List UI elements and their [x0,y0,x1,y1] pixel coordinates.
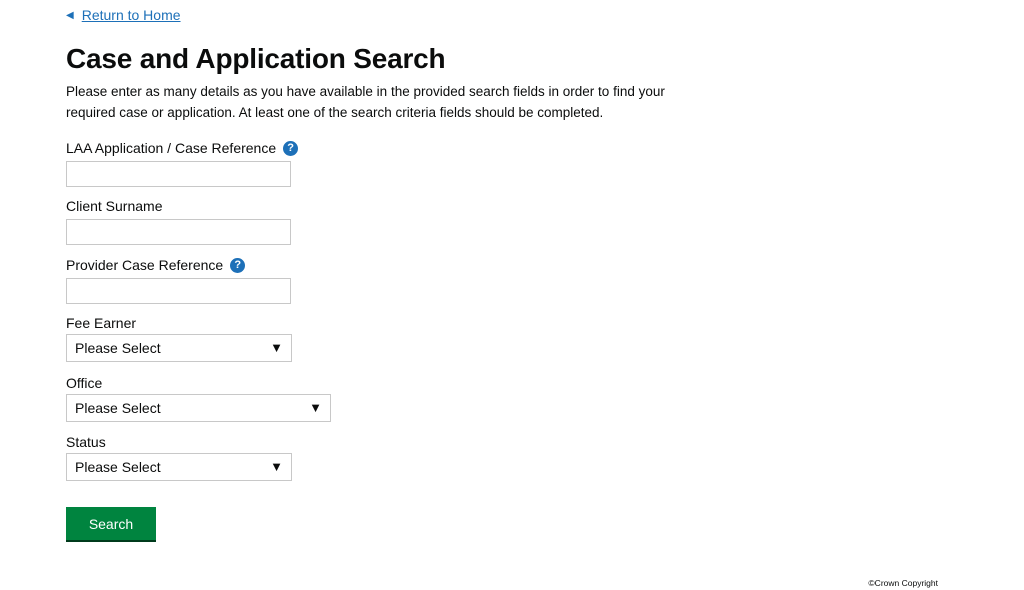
status-selected-value: Please Select [75,459,161,475]
office-selected-value: Please Select [75,400,161,416]
fee-earner-field: Fee Earner Please Select ▼ [66,314,292,362]
status-select[interactable]: Please Select ▼ [66,453,292,481]
office-label: Office [66,375,103,391]
client-surname-label: Client Surname [66,198,163,214]
office-select[interactable]: Please Select ▼ [66,394,331,422]
page: ◀ Return to Home Case and Application Se… [0,0,1024,590]
intro-text: Please enter as many details as you have… [66,84,665,120]
return-to-home-link[interactable]: ◀ Return to Home [66,7,181,23]
provider-reference-field: Provider Case Reference ? [66,256,291,304]
fee-earner-selected-value: Please Select [75,340,161,356]
laa-reference-input[interactable] [66,161,291,187]
page-title: Case and Application Search [66,43,446,74]
search-button[interactable]: Search [66,507,156,542]
client-surname-field: Client Surname [66,197,291,245]
provider-reference-label: Provider Case Reference [66,257,224,273]
chevron-down-icon: ▼ [309,400,322,415]
office-field: Office Please Select ▼ [66,374,331,422]
chevron-down-icon: ▼ [270,340,283,355]
client-surname-input[interactable] [66,219,291,245]
provider-reference-input[interactable] [66,278,291,304]
fee-earner-label: Fee Earner [66,315,137,331]
client-surname-label-row: Client Surname [66,197,291,215]
crown-copyright: ©Crown Copyright [868,578,938,588]
chevron-down-icon: ▼ [270,459,283,474]
status-label: Status [66,434,106,450]
help-icon[interactable]: ? [230,257,246,273]
status-field: Status Please Select ▼ [66,433,292,481]
help-icon[interactable]: ? [283,140,299,156]
return-to-home-label[interactable]: Return to Home [82,7,181,23]
laa-reference-label: LAA Application / Case Reference [66,140,277,156]
back-arrow-icon: ◀ [66,9,74,21]
laa-reference-field: LAA Application / Case Reference ? [66,139,299,187]
provider-reference-label-row: Provider Case Reference ? [66,256,291,274]
laa-reference-label-row: LAA Application / Case Reference ? [66,139,299,157]
fee-earner-select[interactable]: Please Select ▼ [66,334,292,362]
